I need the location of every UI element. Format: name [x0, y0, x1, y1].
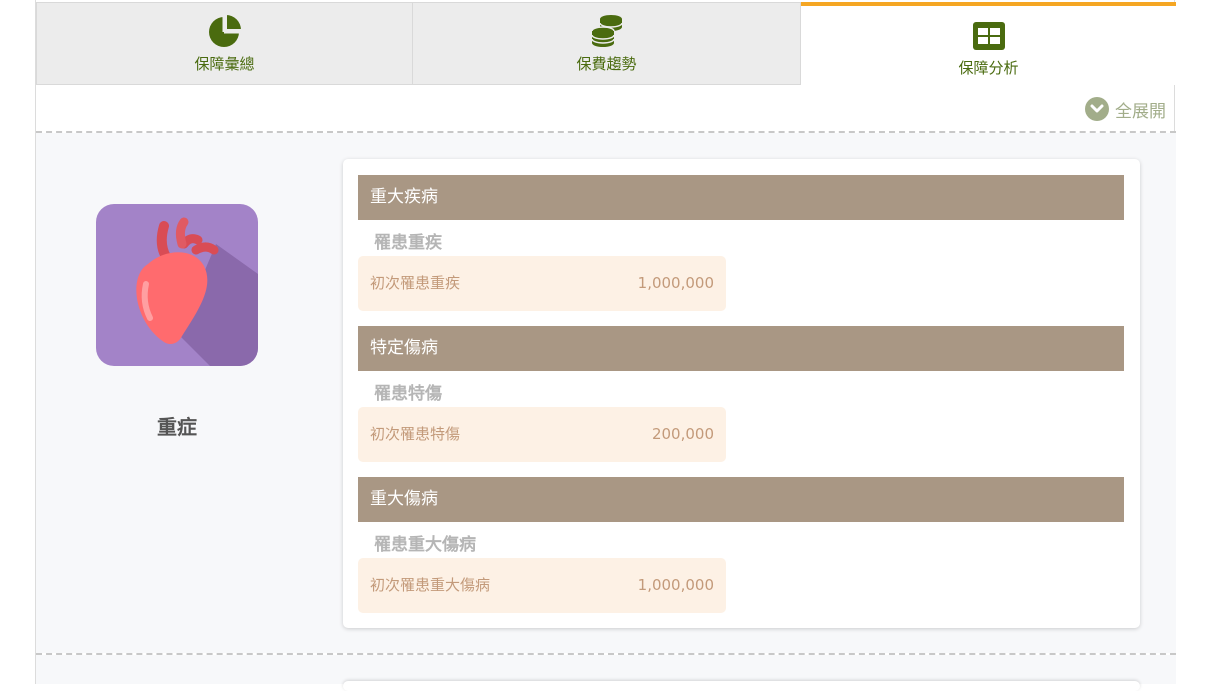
- tab-coverage-summary[interactable]: 保障彙總: [36, 2, 413, 85]
- tab-coverage-analysis[interactable]: 保障分析: [801, 2, 1176, 85]
- category-section: 重症 重大疾病 罹患重疾 初次罹患重疾 1,000,000 特定傷病 罹患特傷 …: [36, 133, 1176, 653]
- next-coverage-card: [343, 681, 1140, 691]
- tab-label: 保費趨勢: [576, 55, 637, 73]
- content-frame: 保障彙總 保費趨勢 保障分析 全展開 重症 重大疾病 罹患重疾 初次罹患重疾 1…: [35, 0, 1176, 691]
- coverage-amount: 200,000: [651, 425, 714, 443]
- expand-all-label: 全展開: [1115, 101, 1166, 122]
- group-header: 特定傷病: [358, 326, 1124, 371]
- coverage-row: 初次罹患重大傷病 1,000,000: [358, 558, 726, 613]
- coverage-name: 初次罹患重疾: [370, 274, 461, 292]
- coverage-card: 重大疾病 罹患重疾 初次罹患重疾 1,000,000 特定傷病 罹患特傷 初次罹…: [343, 159, 1140, 628]
- coverage-row: 初次罹患特傷 200,000: [358, 407, 726, 462]
- coverage-name: 初次罹患特傷: [370, 425, 461, 443]
- pie-chart-icon: [208, 14, 242, 47]
- chevron-down-circle-icon: [1085, 97, 1109, 121]
- group-subtitle: 罹患重疾: [374, 233, 442, 253]
- heart-icon: [96, 204, 258, 366]
- group-header: 重大疾病: [358, 175, 1124, 220]
- next-category-section: [36, 655, 1176, 684]
- group-subtitle: 罹患特傷: [374, 384, 442, 404]
- group-header: 重大傷病: [358, 477, 1124, 522]
- coverage-name: 初次罹患重大傷病: [370, 576, 491, 594]
- expand-all-button[interactable]: 全展開: [1085, 96, 1166, 122]
- toolbar: 全展開: [36, 85, 1176, 131]
- coverage-row: 初次罹患重疾 1,000,000: [358, 256, 726, 311]
- tab-premium-trend[interactable]: 保費趨勢: [413, 2, 801, 85]
- category-label: 重症: [157, 415, 197, 439]
- coverage-amount: 1,000,000: [637, 576, 714, 594]
- group-subtitle: 罹患重大傷病: [374, 535, 476, 555]
- tab-label: 保障彙總: [194, 55, 255, 73]
- coins-stack-icon: [590, 15, 623, 47]
- tab-bar: 保障彙總 保費趨勢 保障分析: [36, 2, 1176, 85]
- table-grid-icon: [972, 22, 1005, 50]
- coverage-amount: 1,000,000: [637, 274, 714, 292]
- tab-label: 保障分析: [958, 59, 1019, 77]
